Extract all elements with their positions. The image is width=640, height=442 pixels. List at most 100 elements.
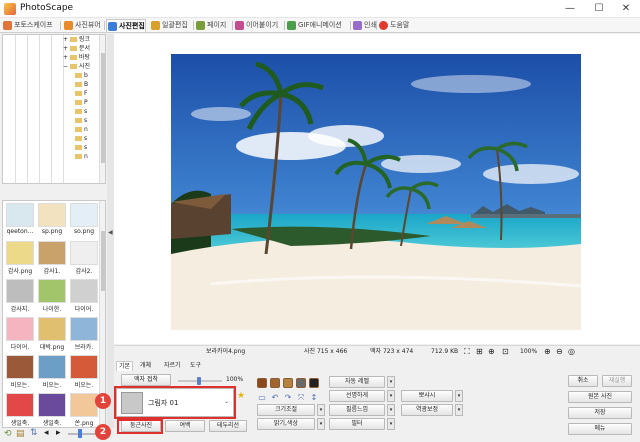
- chevron-left-icon[interactable]: ◀: [108, 229, 113, 236]
- zoom-out-icon[interactable]: ⊖: [556, 346, 563, 358]
- tab-photoscape[interactable]: 포토스케이프: [2, 19, 53, 32]
- vignette-swatch-5[interactable]: [309, 378, 319, 388]
- tree-item[interactable]: s: [75, 107, 87, 116]
- expand-toggle[interactable]: +: [63, 45, 68, 52]
- tree-item[interactable]: − 사진: [63, 62, 90, 71]
- thumbnail-item[interactable]: sp.png: [36, 203, 68, 241]
- vignette-swatch-4[interactable]: [296, 378, 306, 388]
- film-effect-button[interactable]: 필름느낌: [329, 404, 385, 416]
- thumbnail-item[interactable]: 감사지.: [4, 279, 36, 317]
- fit-screen-icon[interactable]: ⛶: [464, 346, 470, 358]
- tree-item[interactable]: + 문서: [63, 44, 90, 53]
- image-canvas[interactable]: [114, 34, 640, 344]
- frame-opacity-slider[interactable]: [178, 377, 222, 385]
- tab-combine[interactable]: 이어붙이기: [234, 19, 278, 32]
- tab-viewer[interactable]: 사진뷰어: [63, 19, 101, 32]
- redo-icon[interactable]: ↷: [283, 393, 293, 403]
- minimize-button[interactable]: —: [556, 0, 584, 18]
- rotate-icon[interactable]: ⟲: [4, 429, 12, 439]
- tab-page[interactable]: 페이지: [195, 19, 226, 32]
- cancel-button[interactable]: 취소: [568, 375, 598, 387]
- slider-knob[interactable]: [78, 429, 82, 438]
- thumbnail-size-slider[interactable]: [68, 433, 98, 435]
- tab-print[interactable]: 인쇄: [352, 19, 377, 32]
- tree-item[interactable]: F: [75, 89, 87, 98]
- auto-level-button[interactable]: 자동 레벨: [329, 376, 385, 388]
- thumbnail-item[interactable]: 다이어.: [4, 317, 36, 355]
- thumbnail-item[interactable]: 감사.png: [4, 241, 36, 279]
- subtab-object[interactable]: 개체: [138, 361, 153, 371]
- tree-item[interactable]: P: [75, 98, 88, 107]
- tree-item[interactable]: B: [75, 80, 88, 89]
- margin-button[interactable]: 여백: [165, 420, 205, 432]
- dropdown-arrow-icon[interactable]: ▾: [387, 376, 395, 388]
- dropdown-arrow-icon[interactable]: ▾: [387, 418, 395, 430]
- expand-toggle[interactable]: +: [63, 36, 68, 43]
- vignette-swatch-3[interactable]: [283, 378, 293, 388]
- tree-item[interactable]: n: [75, 125, 88, 134]
- sharpen-button[interactable]: 선명하게: [329, 390, 385, 402]
- back-arrow-icon[interactable]: ◂: [44, 428, 49, 438]
- thumbnail-item[interactable]: so.png: [68, 203, 100, 241]
- decoration-button[interactable]: 테두리선: [209, 420, 247, 432]
- text-rotate-icon[interactable]: ↕: [309, 393, 319, 403]
- thumbnail-item[interactable]: 브라카.: [68, 317, 100, 355]
- thumbnail-item[interactable]: 대박.png: [36, 317, 68, 355]
- transform-icon[interactable]: ⤧: [296, 393, 306, 403]
- subtab-tools[interactable]: 도구: [188, 361, 203, 371]
- tab-batch[interactable]: 일괄편집: [150, 19, 188, 32]
- thumbnail-item[interactable]: 나이한.: [36, 279, 68, 317]
- tree-item[interactable]: + 바탕: [63, 53, 90, 62]
- menu-button[interactable]: 메뉴: [568, 423, 632, 435]
- zoom-in-icon[interactable]: ⊕: [488, 346, 495, 358]
- brightness-color-button[interactable]: 밝기,색상: [257, 418, 315, 430]
- tree-item[interactable]: s: [75, 134, 87, 143]
- original-photo-button[interactable]: 원본 사진: [568, 391, 632, 403]
- dropdown-arrow-icon[interactable]: ▾: [387, 404, 395, 416]
- save-button[interactable]: 저장: [568, 407, 632, 419]
- tree-item[interactable]: s: [75, 143, 87, 152]
- thumbnail-item[interactable]: 생일축.: [4, 393, 36, 427]
- tab-gif[interactable]: GIF애니메이션: [286, 19, 342, 32]
- tree-item[interactable]: n: [75, 152, 88, 161]
- close-button[interactable]: ✕: [612, 0, 640, 18]
- dropdown-arrow-icon[interactable]: ▾: [387, 390, 395, 402]
- thumbnail-item[interactable]: 다이어.: [68, 279, 100, 317]
- thumbnail-item[interactable]: 비오는.: [4, 355, 36, 393]
- tree-item[interactable]: + 링크: [63, 35, 90, 44]
- sort-icon[interactable]: ⇅: [30, 428, 38, 438]
- bloom-button[interactable]: 뽀샤시: [401, 390, 453, 402]
- scrollbar-thumb[interactable]: [101, 53, 105, 163]
- panel-collapse-bar[interactable]: ◀: [107, 34, 114, 428]
- thumbnail-item[interactable]: 비오는.: [68, 355, 100, 393]
- vignette-swatch-2[interactable]: [270, 378, 280, 388]
- resize-button[interactable]: 크기조절: [257, 404, 315, 416]
- tree-item[interactable]: s: [75, 116, 87, 125]
- fullscreen-icon[interactable]: ◎: [568, 346, 575, 358]
- subtab-crop[interactable]: 자르기: [162, 361, 183, 371]
- tab-editor[interactable]: 사진편집: [106, 19, 146, 32]
- folder-open-icon[interactable]: ▤: [16, 429, 25, 439]
- open-folder-icon[interactable]: ▭: [257, 393, 267, 403]
- zoom-fit-icon[interactable]: ⊞: [476, 346, 483, 358]
- expand-toggle[interactable]: +: [63, 54, 68, 61]
- zoom-in-button-icon[interactable]: ⊕: [544, 346, 551, 358]
- tree-item[interactable]: b: [75, 71, 88, 80]
- thumbnail-item[interactable]: 생일축.: [36, 393, 68, 427]
- folder-tree[interactable]: + 링크 + 문서 + 바탕 − 사진 b B F P s s n s s n: [2, 34, 106, 184]
- expand-toggle[interactable]: −: [63, 63, 68, 70]
- subtab-basic[interactable]: 기본: [116, 361, 134, 371]
- redo-button[interactable]: 재실행: [602, 375, 632, 387]
- dropdown-arrow-icon[interactable]: ▾: [317, 404, 325, 416]
- thumbnail-item[interactable]: 감사1.: [36, 241, 68, 279]
- slider-knob[interactable]: [197, 377, 201, 385]
- vignette-swatch-1[interactable]: [257, 378, 267, 388]
- dropdown-arrow-icon[interactable]: ▾: [317, 418, 325, 430]
- thumbnail-item[interactable]: qeeton...: [4, 203, 36, 241]
- maximize-button[interactable]: ☐: [585, 0, 613, 18]
- forward-arrow-icon[interactable]: ▸: [56, 428, 61, 438]
- dropdown-arrow-icon[interactable]: ▾: [455, 390, 463, 402]
- frame-apply-button[interactable]: 액자 접착: [121, 374, 171, 386]
- dropdown-arrow-icon[interactable]: ▾: [455, 404, 463, 416]
- thumbnail-item[interactable]: 비오는.: [36, 355, 68, 393]
